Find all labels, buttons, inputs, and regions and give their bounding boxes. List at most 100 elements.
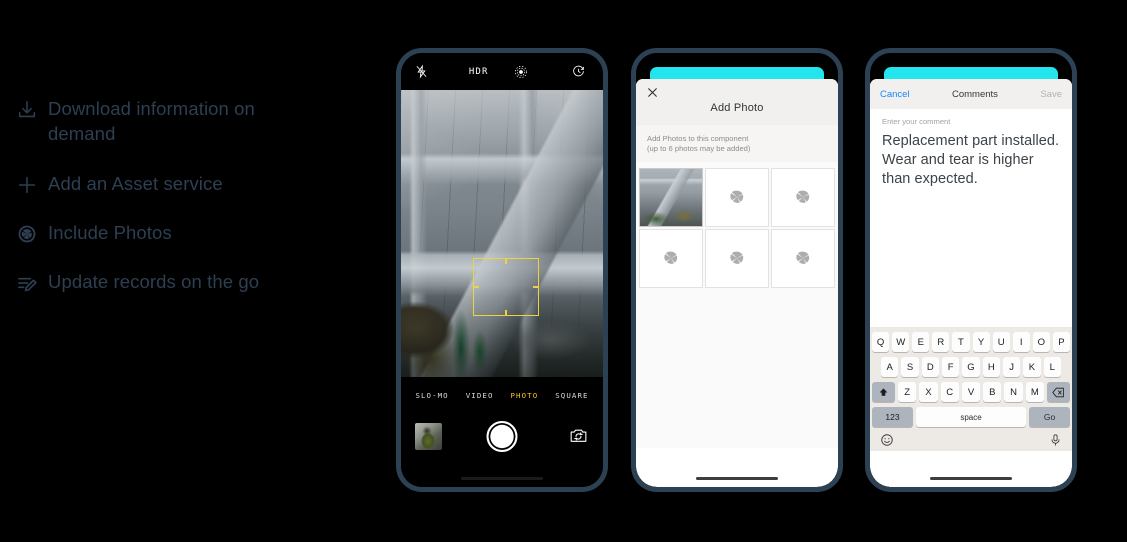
photo-cell-filled[interactable] (639, 168, 703, 227)
download-icon (14, 97, 40, 123)
key-p[interactable]: P (1052, 332, 1070, 352)
key-v[interactable]: V (961, 382, 981, 402)
page-title: Add Photo (710, 102, 764, 114)
photo-cell-empty[interactable] (771, 168, 835, 227)
plus-icon (14, 172, 40, 198)
return-key[interactable]: Go (1029, 407, 1070, 427)
camera-aperture-icon (661, 248, 681, 268)
key-m[interactable]: M (1025, 382, 1044, 402)
instructions-line-2: (up to 6 photos may be added) (647, 144, 751, 153)
comments-header: Cancel Comments Save (870, 79, 1072, 109)
instructions-line-1: Add Photos to this component (647, 134, 749, 143)
camera-top-bar: HDR (401, 53, 603, 90)
photo-cell-empty[interactable] (705, 228, 769, 288)
camera-mode-video[interactable]: VIDEO (466, 391, 494, 400)
feature-label: Download information on demand (48, 98, 255, 144)
key-y[interactable]: Y (972, 332, 990, 352)
microphone-icon[interactable] (1047, 432, 1063, 448)
flip-camera-icon[interactable] (569, 427, 589, 445)
comment-field-label: Enter your comment (882, 117, 951, 126)
key-k[interactable]: K (1023, 357, 1041, 377)
close-icon[interactable] (646, 86, 659, 99)
phone-add-photo-mockup: Add Photo Add Photos to this component (… (631, 48, 843, 492)
photo-cell-empty[interactable] (705, 168, 769, 227)
camera-aperture-icon (793, 187, 813, 207)
key-g[interactable]: G (962, 357, 980, 377)
camera-aperture-icon (727, 187, 747, 207)
feature-item-include-photos: Include Photos (14, 220, 354, 247)
emoji-icon[interactable] (879, 432, 895, 448)
live-photo-icon[interactable] (500, 65, 543, 79)
viewfinder-image (401, 90, 603, 377)
keyboard-row-3: Z X C V B N M (872, 382, 1070, 402)
space-key[interactable]: space (916, 407, 1026, 427)
onscreen-keyboard: Q W E R T Y U I O P A S D F G H J K L Z … (870, 327, 1072, 451)
feature-item-add-asset: Add an Asset service (14, 171, 354, 198)
save-button[interactable]: Save (1040, 89, 1062, 100)
keyboard-row-4: 123 space Go (872, 407, 1070, 427)
camera-viewfinder[interactable] (401, 90, 603, 377)
feature-list: Download information on demand Add an As… (14, 96, 354, 318)
backspace-icon[interactable] (1046, 382, 1070, 402)
key-t[interactable]: T (952, 332, 970, 352)
numbers-key[interactable]: 123 (872, 407, 913, 427)
timer-icon[interactable] (543, 65, 590, 78)
photo-grid (636, 162, 838, 288)
shift-icon[interactable] (872, 382, 896, 402)
list-edit-icon (14, 270, 40, 296)
last-photo-thumbnail[interactable] (415, 422, 442, 450)
camera-mode-photo[interactable]: PHOTO (511, 391, 539, 400)
key-j[interactable]: J (1002, 357, 1021, 377)
keyboard-row-1: Q W E R T Y U I O P (872, 332, 1070, 352)
key-q[interactable]: Q (872, 332, 890, 352)
camera-aperture-icon (793, 248, 813, 268)
camera-screen: HDR SLO-MO VIDEO PHOTO SQUARE (401, 53, 603, 487)
key-u[interactable]: U (992, 332, 1010, 352)
key-z[interactable]: Z (898, 382, 917, 402)
hdr-label[interactable]: HDR (469, 67, 489, 77)
key-r[interactable]: R (932, 332, 950, 352)
comment-field-area[interactable]: Enter your comment Replacement part inst… (870, 109, 1072, 317)
key-e[interactable]: E (912, 332, 930, 352)
photo-cell-empty[interactable] (771, 228, 835, 288)
key-a[interactable]: A (881, 357, 899, 377)
key-w[interactable]: W (892, 332, 910, 352)
comments-screen: Cancel Comments Save Enter your comment … (870, 53, 1072, 487)
key-c[interactable]: C (940, 382, 959, 402)
camera-mode-selector[interactable]: SLO-MO VIDEO PHOTO SQUARE (401, 377, 603, 405)
home-indicator[interactable] (696, 476, 778, 480)
feature-label: Add an Asset service (48, 173, 223, 194)
key-x[interactable]: X (919, 382, 938, 402)
photo-cell-empty[interactable] (639, 228, 703, 288)
flash-off-icon[interactable] (415, 64, 458, 79)
key-b[interactable]: B (983, 382, 1002, 402)
feature-item-download: Download information on demand (14, 96, 354, 146)
key-d[interactable]: D (921, 357, 939, 377)
feature-label: Update records on the go (48, 271, 260, 292)
key-f[interactable]: F (942, 357, 960, 377)
camera-aperture-icon (727, 248, 747, 268)
key-s[interactable]: S (901, 357, 919, 377)
page-root: Download information on demand Add an As… (0, 0, 1127, 542)
key-h[interactable]: H (982, 357, 1000, 377)
sheet-instructions: Add Photos to this component (up to 6 ph… (636, 125, 838, 162)
key-i[interactable]: I (1012, 332, 1030, 352)
key-l[interactable]: L (1043, 357, 1061, 377)
sheet-header: Add Photo (636, 79, 838, 125)
home-indicator[interactable] (930, 476, 1012, 480)
camera-action-bar (401, 405, 603, 467)
keyboard-row-2: A S D F G H J K L (872, 357, 1070, 377)
key-n[interactable]: N (1004, 382, 1023, 402)
shutter-button[interactable] (486, 420, 518, 452)
cancel-button[interactable]: Cancel (880, 89, 910, 100)
camera-mode-slomo[interactable]: SLO-MO (415, 391, 448, 400)
phone-comments-mockup: Cancel Comments Save Enter your comment … (865, 48, 1077, 492)
page-title: Comments (951, 88, 998, 100)
sheet-empty-space (636, 287, 838, 448)
keyboard-row-5 (872, 432, 1070, 448)
home-indicator[interactable] (461, 476, 543, 480)
camera-mode-square[interactable]: SQUARE (555, 391, 588, 400)
comment-input[interactable]: Replacement part installed. Wear and tea… (882, 132, 1060, 189)
key-o[interactable]: O (1032, 332, 1050, 352)
feature-item-update-records: Update records on the go (14, 269, 354, 296)
